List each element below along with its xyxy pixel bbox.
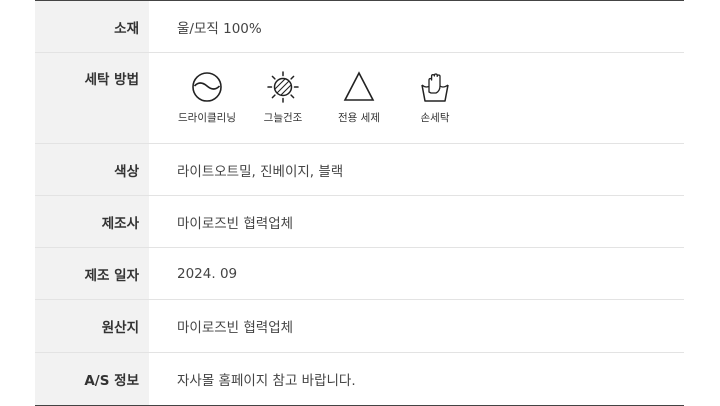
- origin-value: 마이로즈빈 협력업체: [177, 320, 294, 336]
- row-material: 소재 울/모직 100%: [35, 1, 684, 53]
- row-as-info: A/S 정보 자사몰 홈페이지 참고 바랍니다.: [35, 353, 684, 405]
- row-manufacture-date: 제조 일자 2024. 09: [35, 248, 684, 300]
- row-wash-method: 세탁 방법 드라이클리닝 그늘건조 전용 세제 손세탁: [35, 53, 684, 144]
- as-info-label: A/S 정보: [35, 353, 149, 405]
- manufacture-date-value: 2024. 09: [177, 265, 238, 282]
- color-value: 라이트오트밀, 진베이지, 블랙: [177, 163, 344, 180]
- material-value: 울/모직 100%: [177, 20, 262, 37]
- dry-cleaning-label: 드라이클리닝: [178, 111, 236, 124]
- wash-method-label: 세탁 방법: [35, 53, 149, 143]
- shade-dry-icon: [267, 70, 299, 103]
- care-icons: 드라이클리닝 그늘건조 전용 세제 손세탁: [177, 70, 481, 125]
- special-detergent-label: 전용 세제: [338, 111, 380, 124]
- care-item-shade-dry: 그늘건조: [253, 70, 313, 125]
- manufacturer-label: 제조사: [35, 196, 149, 247]
- as-info-value: 자사몰 홈페이지 참고 바랍니다.: [177, 373, 356, 389]
- care-item-special-detergent: 전용 세제: [329, 70, 389, 125]
- hand-wash-icon: [421, 72, 449, 102]
- origin-label: 원산지: [35, 300, 149, 352]
- care-item-hand-wash: 손세탁: [405, 70, 465, 125]
- manufacture-date-label: 제조 일자: [35, 248, 149, 299]
- hand-wash-label: 손세탁: [420, 111, 450, 124]
- row-manufacturer: 제조사 마이로즈빈 협력업체: [35, 196, 684, 248]
- product-info-table: 소재 울/모직 100% 세탁 방법 드라이클리닝 그늘건조 전용 세제 손세탁…: [35, 0, 684, 406]
- special-detergent-icon: [343, 70, 375, 101]
- manufacturer-value: 마이로즈빈 협력업체: [177, 215, 294, 232]
- color-label: 색상: [35, 144, 149, 195]
- material-label: 소재: [35, 1, 149, 52]
- row-origin: 원산지 마이로즈빈 협력업체: [35, 300, 684, 353]
- care-item-dry-cleaning: 드라이클리닝: [177, 70, 237, 125]
- shade-dry-label: 그늘건조: [263, 111, 303, 124]
- dry-cleaning-icon: [192, 71, 222, 102]
- row-color: 색상 라이트오트밀, 진베이지, 블랙: [35, 144, 684, 196]
- wash-method-value: 드라이클리닝 그늘건조 전용 세제 손세탁: [149, 53, 684, 143]
